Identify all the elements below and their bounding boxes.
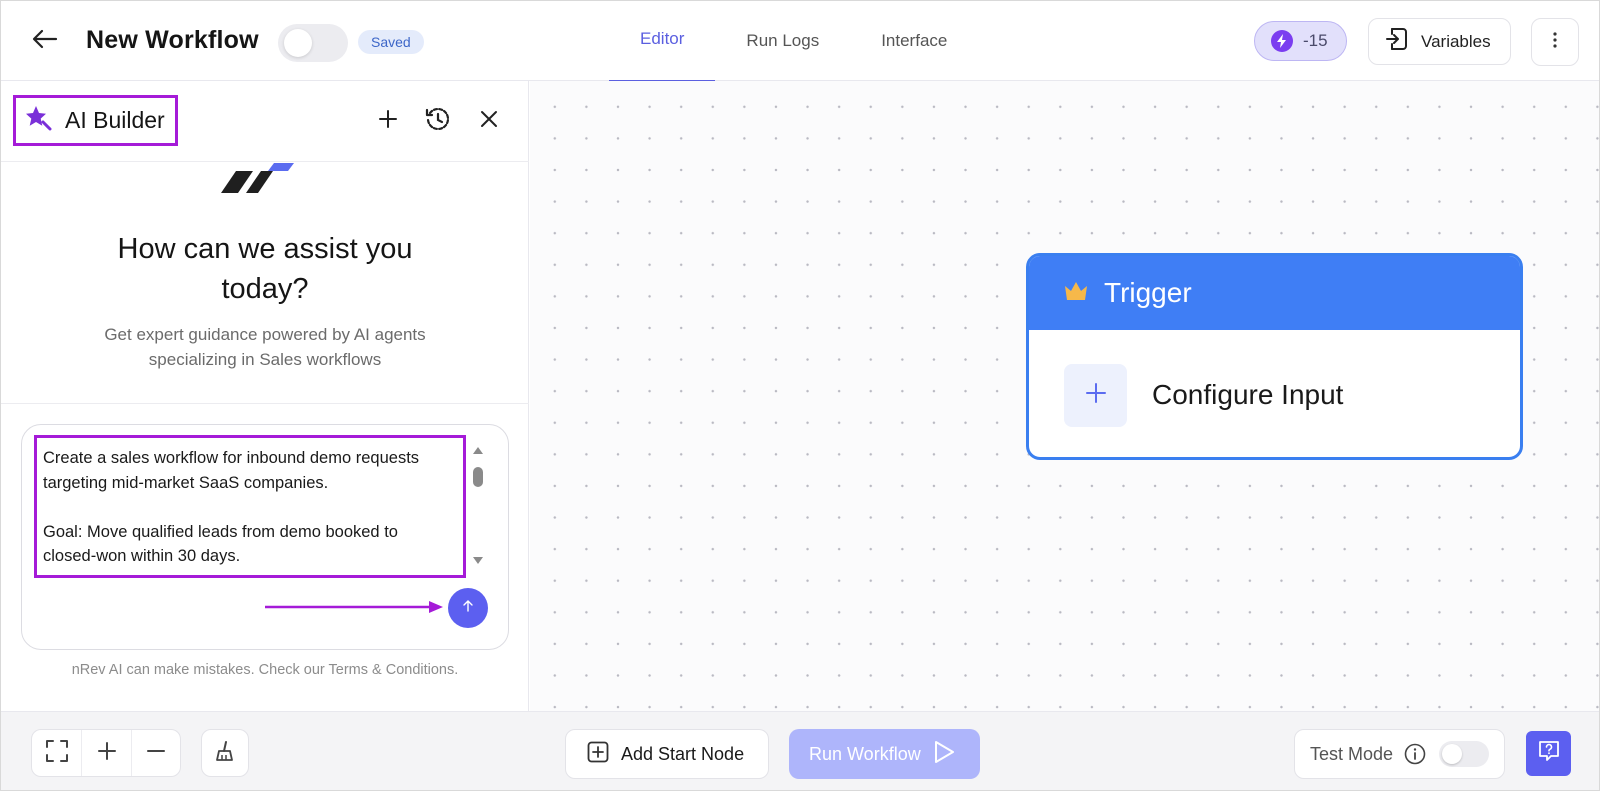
trigger-node[interactable]: Trigger Configure Input	[1026, 253, 1523, 460]
crown-icon	[1063, 280, 1089, 307]
fit-view-icon	[45, 739, 68, 767]
run-workflow-button[interactable]: Run Workflow	[789, 729, 980, 779]
assist-heading-line: How can we assist you	[117, 233, 413, 265]
run-workflow-label: Run Workflow	[809, 743, 921, 764]
import-box-icon	[1383, 26, 1409, 57]
saved-status-badge: Saved	[358, 30, 424, 54]
plus-icon	[1085, 382, 1106, 408]
play-icon	[933, 740, 955, 769]
arrow-left-icon	[32, 29, 58, 54]
history-icon	[424, 105, 452, 138]
new-chat-button[interactable]	[372, 105, 404, 137]
scroll-down-arrow[interactable]	[473, 557, 483, 564]
magic-star-icon	[25, 104, 53, 137]
annotation-arrow	[265, 601, 443, 613]
tab-label: Editor	[640, 29, 685, 48]
assist-subtitle-line: Get expert guidance powered by AI agents	[104, 325, 426, 344]
info-icon[interactable]	[1403, 742, 1427, 766]
toggle-knob	[1442, 744, 1463, 764]
top-header: New Workflow Saved Editor Run Logs Inter…	[1, 1, 1599, 82]
send-button[interactable]	[448, 588, 488, 628]
tab-label: Run Logs	[746, 31, 820, 50]
history-button[interactable]	[422, 105, 454, 137]
prompt-line: targeting mid-market SaaS companies.	[43, 473, 329, 492]
plus-square-icon	[587, 741, 609, 768]
scroll-up-arrow[interactable]	[473, 447, 483, 454]
back-button[interactable]	[29, 25, 61, 57]
assist-subtitle-line: specializing in Sales workflows	[148, 350, 382, 369]
prompt-line: Goal: Move qualified leads from demo boo…	[43, 522, 398, 541]
arrow-up-icon	[463, 599, 473, 617]
test-mode-control: Test Mode	[1294, 729, 1505, 779]
workflow-title[interactable]: New Workflow	[86, 26, 259, 55]
ai-builder-header: AI Builder	[1, 81, 529, 162]
zoom-in-button[interactable]	[81, 730, 130, 776]
plus-icon	[97, 741, 116, 765]
close-icon	[480, 110, 498, 133]
prompt-line: Create a sales workflow for inbound demo…	[43, 449, 420, 467]
vertical-dots-icon	[1552, 31, 1558, 53]
broom-icon	[214, 740, 236, 767]
tab-editor[interactable]: Editor	[609, 1, 716, 82]
tab-label: Interface	[881, 31, 948, 50]
brand-logo	[216, 163, 306, 193]
variables-label: Variables	[1421, 31, 1491, 51]
add-start-node-button[interactable]: Add Start Node	[565, 729, 769, 779]
lightning-icon	[1271, 30, 1293, 52]
zoom-controls	[31, 729, 181, 777]
tab-run-logs[interactable]: Run Logs	[715, 1, 850, 81]
tidy-layout-button[interactable]	[201, 729, 249, 777]
bottom-toolbar: Add Start Node Run Workflow Test Mode	[1, 711, 1599, 790]
test-mode-toggle[interactable]	[1439, 741, 1490, 767]
prompt-line: closed-won within 30 days.	[43, 547, 241, 565]
prompt-textarea[interactable]: Create a sales workflow for inbound demo…	[34, 435, 466, 578]
terms-link[interactable]: Terms & Conditions	[329, 662, 455, 678]
configure-input-button[interactable]	[1064, 363, 1127, 427]
main-tabs: Editor Run Logs Interface	[609, 1, 978, 82]
help-button[interactable]	[1526, 731, 1571, 776]
trigger-title: Trigger	[1104, 277, 1192, 308]
plus-icon	[378, 109, 398, 134]
workflow-active-toggle[interactable]	[278, 24, 348, 62]
configure-input-label[interactable]: Configure Input	[1152, 379, 1343, 411]
fit-view-button[interactable]	[32, 730, 81, 776]
credits-pill[interactable]: -15	[1254, 21, 1347, 61]
close-panel-button[interactable]	[473, 105, 505, 137]
disclaimer-end: .	[454, 662, 459, 678]
more-options-button[interactable]	[1531, 18, 1579, 66]
prompt-line	[43, 495, 457, 520]
variables-button[interactable]: Variables	[1368, 18, 1511, 65]
ai-builder-title: AI Builder	[13, 95, 178, 146]
add-start-node-label: Add Start Node	[621, 743, 745, 764]
disclaimer-text: nRev AI can make mistakes. Check our	[71, 662, 329, 678]
ai-builder-panel: AI Builder How can we assist you today? …	[1, 81, 529, 711]
trigger-header: Trigger	[1029, 256, 1520, 330]
tab-interface[interactable]: Interface	[850, 1, 978, 81]
test-mode-label: Test Mode	[1310, 743, 1394, 764]
ai-disclaimer: nRev AI can make mistakes. Check our Ter…	[1, 662, 529, 678]
assist-heading: How can we assist you today?	[1, 229, 529, 309]
divider	[1, 403, 529, 404]
scroll-thumb[interactable]	[473, 467, 483, 487]
app-window: New Workflow Saved Editor Run Logs Inter…	[0, 0, 1600, 791]
minus-icon	[146, 742, 165, 765]
prompt-scrollbar[interactable]	[471, 447, 485, 567]
zoom-out-button[interactable]	[130, 730, 180, 776]
ai-builder-label: AI Builder	[65, 107, 165, 133]
assist-heading-line: today?	[221, 273, 309, 305]
prompt-composer: Create a sales workflow for inbound demo…	[21, 424, 509, 650]
help-chat-icon	[1537, 739, 1561, 768]
assist-subtitle: Get expert guidance powered by AI agents…	[1, 322, 529, 372]
trigger-body: Configure Input	[1029, 330, 1520, 457]
credits-count: -15	[1303, 31, 1328, 50]
toggle-knob	[284, 29, 312, 57]
